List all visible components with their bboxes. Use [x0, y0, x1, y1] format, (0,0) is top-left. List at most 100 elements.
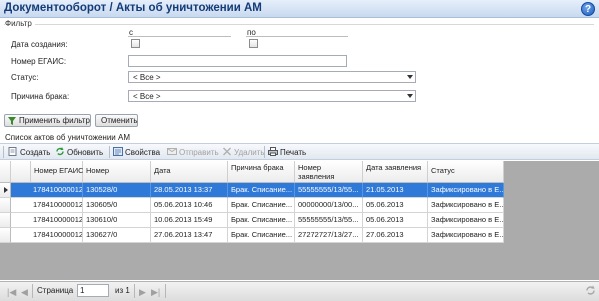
table-cell[interactable]: 130528/0: [83, 183, 151, 198]
table-cell[interactable]: 27.06.2013: [363, 228, 428, 243]
grid-header-corner: [0, 161, 11, 183]
table-cell[interactable]: Зафиксировано в Е...: [428, 228, 504, 243]
print-button[interactable]: Печать: [268, 147, 306, 157]
reject-reason-select-value: < Все >: [133, 92, 161, 101]
table-cell[interactable]: 10.06.2013 15:49: [151, 213, 228, 228]
table-cell[interactable]: 05.06.2013: [363, 198, 428, 213]
table-cell[interactable]: 1784100000122...: [11, 198, 83, 213]
egais-number-label: Номер ЕГАИС:: [11, 57, 67, 66]
table-cell[interactable]: 27.06.2013 13:47: [151, 228, 228, 243]
properties-label: Свойства: [125, 148, 161, 157]
document-new-icon: [8, 147, 17, 156]
table-cell[interactable]: 05.06.2013: [363, 213, 428, 228]
table-cell[interactable]: Брак. Списание...: [228, 183, 295, 198]
table-cell[interactable]: 55555555/13/55...: [295, 213, 363, 228]
page-input[interactable]: 1: [77, 284, 109, 297]
table-cell[interactable]: Зафиксировано в Е...: [428, 183, 504, 198]
row-header[interactable]: [0, 213, 11, 228]
create-label: Создать: [20, 148, 51, 157]
date-to-line: [246, 36, 348, 37]
toolbar-grip: [3, 146, 4, 158]
table-cell[interactable]: 130627/0: [83, 228, 151, 243]
grid-header[interactable]: Причина брака: [228, 161, 295, 183]
filter-legend: Фильтр: [5, 19, 35, 28]
table-cell[interactable]: 130605/0: [83, 198, 151, 213]
printer-icon: [268, 147, 278, 156]
properties-icon: [113, 147, 123, 156]
table-cell[interactable]: 1784100000122...: [11, 228, 83, 243]
apply-filter-icon: [8, 117, 16, 125]
reject-reason-label: Причина брака:: [11, 92, 70, 101]
properties-button[interactable]: Свойства: [113, 147, 160, 157]
refresh-icon[interactable]: [585, 285, 596, 296]
grid-header[interactable]: Номер ЕГАИС: [31, 161, 84, 183]
refresh-button[interactable]: Обновить: [55, 147, 103, 157]
grid-header[interactable]: Номер: [83, 161, 151, 183]
table-cell[interactable]: 55555555/13/55...: [295, 183, 363, 198]
row-header[interactable]: [0, 183, 11, 198]
row-header[interactable]: [0, 228, 11, 243]
date-from-line: [128, 36, 231, 37]
date-to-checkbox[interactable]: [249, 39, 258, 48]
chevron-down-icon: [407, 94, 413, 98]
delete-icon: [223, 147, 231, 156]
filter-fieldset-border: [4, 24, 594, 25]
table-cell[interactable]: Брак. Списание...: [228, 213, 295, 228]
table-cell[interactable]: 00000000/13/00...: [295, 198, 363, 213]
table-cell[interactable]: Зафиксировано в Е...: [428, 213, 504, 228]
help-icon[interactable]: ?: [581, 2, 595, 16]
delete-button[interactable]: Удалить: [222, 147, 265, 157]
status-label: Статус:: [11, 73, 39, 82]
page-label: Страница: [37, 286, 74, 295]
egais-number-input[interactable]: [128, 55, 347, 67]
next-page-icon[interactable]: ▶: [139, 287, 146, 298]
grid-header[interactable]: Номер заявления: [295, 161, 363, 183]
chevron-down-icon: [407, 75, 413, 79]
create-button[interactable]: Создать: [8, 147, 50, 157]
refresh-label: Обновить: [67, 148, 104, 157]
refresh-icon: [56, 147, 64, 156]
send-icon: [167, 148, 177, 155]
grid-header[interactable]: [11, 161, 31, 183]
table-cell[interactable]: Брак. Списание...: [228, 198, 295, 213]
prev-page-icon[interactable]: ◀: [21, 287, 28, 298]
toolbar-separator: [109, 146, 110, 158]
send-label: Отправить: [179, 148, 219, 157]
table-cell[interactable]: Зафиксировано в Е...: [428, 198, 504, 213]
page-title: Документооборот / Акты об уничтожении АМ: [4, 2, 262, 14]
pager-separator: [134, 284, 135, 298]
print-label: Печать: [280, 148, 307, 157]
toolbar-separator: [264, 146, 265, 158]
status-select-value: < Все >: [133, 73, 161, 82]
first-page-icon[interactable]: |◀: [7, 287, 16, 298]
list-legend: Список актов об уничтожении АМ: [5, 133, 130, 142]
send-button[interactable]: Отправить: [167, 147, 219, 157]
page-input-value: 1: [80, 286, 85, 295]
table-cell[interactable]: Брак. Списание...: [228, 228, 295, 243]
table-cell[interactable]: 1784100000122...: [11, 183, 83, 198]
apply-filter-label: Применить фильтр: [19, 116, 90, 125]
table-cell[interactable]: 28.05.2013 13:37: [151, 183, 228, 198]
pager-separator: [32, 284, 33, 298]
delete-label: Удалить: [234, 148, 265, 157]
creation-date-label: Дата создания:: [11, 40, 68, 49]
cancel-filter-label: Отменить: [101, 116, 138, 125]
table-cell[interactable]: 05.06.2013 10:46: [151, 198, 228, 213]
page-count-label: из 1: [115, 286, 130, 295]
row-pointer-icon: [4, 187, 8, 193]
grid-header[interactable]: Дата заявления: [363, 161, 428, 183]
pager-separator: [165, 284, 166, 298]
table-cell[interactable]: 27272727/13/27...: [295, 228, 363, 243]
cancel-filter-button[interactable]: Отменить: [95, 114, 138, 127]
table-cell[interactable]: 21.05.2013: [363, 183, 428, 198]
apply-filter-button[interactable]: Применить фильтр: [4, 114, 91, 127]
table-cell[interactable]: 1784100000122...: [11, 213, 83, 228]
reject-reason-select[interactable]: < Все >: [128, 90, 416, 102]
status-select[interactable]: < Все >: [128, 71, 416, 83]
table-cell[interactable]: 130610/0: [83, 213, 151, 228]
last-page-icon[interactable]: ▶|: [151, 287, 160, 298]
row-header[interactable]: [0, 198, 11, 213]
grid-header[interactable]: Статус: [428, 161, 504, 183]
date-from-checkbox[interactable]: [131, 39, 140, 48]
grid-header[interactable]: Дата: [151, 161, 228, 183]
